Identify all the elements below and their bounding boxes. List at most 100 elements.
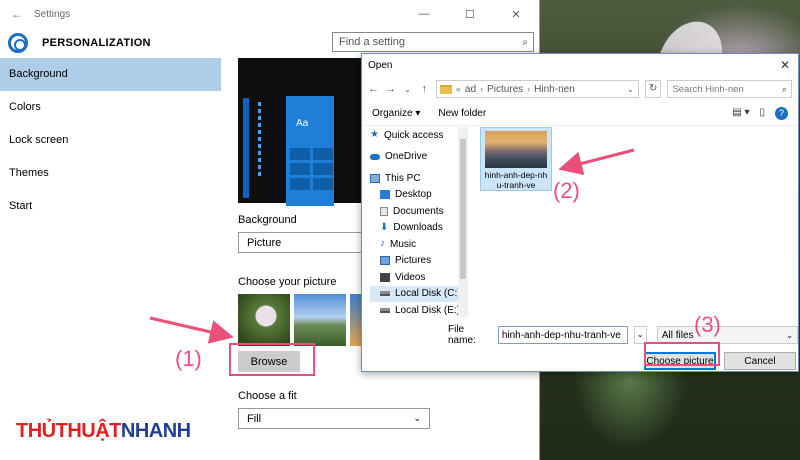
- sidebar: Background Colors Lock screen Themes Sta…: [0, 58, 221, 460]
- highlight-box-browse: [229, 343, 315, 376]
- address-bar[interactable]: « ad › Pictures › Hinh-nen ⌄: [435, 80, 639, 98]
- preview-start-bar: [243, 98, 249, 198]
- breadcrumb-hinh-nen[interactable]: Hinh-nen: [534, 84, 575, 95]
- watermark-part1: THỦTHUẬT: [16, 420, 121, 442]
- file-name-input[interactable]: hinh-anh-dep-nhu-tranh-ve: [497, 326, 628, 344]
- file-item[interactable]: hinh-anh-dep-nh u-tranh-ve: [480, 127, 552, 191]
- step-label-1: (1): [175, 346, 202, 371]
- breadcrumb-pictures[interactable]: Pictures: [487, 84, 523, 95]
- cancel-button[interactable]: Cancel: [724, 352, 796, 370]
- scrollbar-thumb[interactable]: [460, 139, 466, 279]
- breadcrumb-ad[interactable]: ad: [465, 84, 476, 95]
- nav-item-local-disk-c[interactable]: Local Disk (C:): [370, 285, 466, 302]
- file-list: hinh-anh-dep-nh u-tranh-ve: [472, 127, 796, 317]
- picture-thumbnail[interactable]: [294, 294, 346, 346]
- dialog-footer: File name: hinh-anh-dep-nhu-tranh-ve ⌄ A…: [362, 324, 798, 370]
- dialog-search-placeholder: Search Hinh-nen: [672, 83, 744, 95]
- watermark-part2: NHANH: [120, 420, 191, 442]
- dialog-buttons: Choose picture Cancel: [362, 352, 798, 370]
- nav-item-label: Desktop: [395, 189, 432, 201]
- video-icon: [380, 272, 390, 282]
- nav-item-label: Documents: [393, 205, 444, 217]
- nav-item-music[interactable]: ♪ Music: [370, 236, 466, 253]
- refresh-icon[interactable]: ↻: [644, 80, 662, 98]
- view-options-icon[interactable]: ▤ ▾: [732, 107, 749, 120]
- picture-thumbnail[interactable]: [238, 294, 290, 346]
- nav-item-this-pc[interactable]: This PC: [370, 170, 466, 187]
- nav-item-label: Local Disk (C:): [395, 288, 461, 300]
- open-dialog: Open ✕ ← → ⌄ ↑ « ad › Pictures › Hinh-ne…: [361, 53, 799, 372]
- nav-item-onedrive[interactable]: OneDrive: [370, 149, 466, 166]
- forward-arrow-icon[interactable]: →: [385, 83, 396, 95]
- file-name-line: hinh-anh-dep-nh: [484, 170, 548, 180]
- breadcrumb-separator: ›: [480, 84, 484, 94]
- fit-dropdown[interactable]: Fill ⌄: [238, 408, 430, 429]
- nav-item-label: This PC: [385, 172, 421, 184]
- cloud-icon: [370, 153, 380, 160]
- drive-icon: [380, 291, 390, 297]
- search-placeholder: Find a setting: [339, 36, 406, 48]
- music-icon: ♪: [380, 238, 385, 250]
- folder-icon: [439, 84, 452, 94]
- nav-scrollbar[interactable]: [458, 127, 468, 317]
- sidebar-item-background[interactable]: Background: [0, 58, 221, 91]
- nav-item-label: OneDrive: [385, 151, 428, 163]
- sidebar-item-start[interactable]: Start: [0, 190, 221, 223]
- highlight-box-choose-picture: [644, 342, 720, 366]
- file-thumbnail: [485, 131, 547, 168]
- nav-item-label: Downloads: [393, 222, 443, 234]
- dialog-title: Open: [368, 59, 393, 71]
- chevron-down-icon: ⌄: [786, 330, 793, 340]
- nav-item-label: Local Disk (E:): [395, 304, 461, 316]
- address-overflow[interactable]: «: [456, 84, 461, 94]
- nav-item-local-disk-e[interactable]: Local Disk (E:): [370, 302, 466, 319]
- up-arrow-icon[interactable]: ↑: [419, 83, 430, 95]
- download-icon: ⬇: [380, 221, 389, 233]
- dialog-toolbar: Organize ▾ New folder ▤ ▾ ▯ ?: [362, 102, 798, 126]
- nav-item-quick-access[interactable]: ★ Quick access: [370, 127, 466, 144]
- chevron-down-icon[interactable]: ⌄: [627, 85, 638, 94]
- file-name: hinh-anh-dep-nh u-tranh-ve: [485, 170, 547, 190]
- nav-item-label: Videos: [395, 271, 426, 283]
- nav-item-videos[interactable]: Videos: [370, 269, 466, 286]
- file-name-row: File name: hinh-anh-dep-nhu-tranh-ve ⌄ A…: [362, 324, 798, 346]
- sidebar-item-themes[interactable]: Themes: [0, 157, 221, 190]
- organize-button[interactable]: Organize ▾: [372, 108, 420, 119]
- choose-fit-label: Choose a fit: [238, 390, 297, 402]
- drive-icon: [380, 307, 390, 313]
- preview-tile-text: Aa: [296, 118, 309, 129]
- nav-item-documents[interactable]: Documents: [370, 203, 466, 220]
- computer-icon: [370, 173, 380, 183]
- background-preview: Aa: [238, 58, 368, 206]
- search-input[interactable]: Find a setting ⌕: [332, 32, 534, 52]
- maximize-button[interactable]: ☐: [447, 8, 493, 21]
- breadcrumb-separator: ›: [527, 84, 531, 94]
- window-title: Settings: [34, 8, 71, 20]
- nav-item-desktop[interactable]: Desktop: [370, 187, 466, 204]
- sidebar-item-lock-screen[interactable]: Lock screen: [0, 124, 221, 157]
- new-folder-button[interactable]: New folder: [438, 108, 486, 119]
- search-icon[interactable]: ⌕: [522, 37, 528, 48]
- recent-locations-icon[interactable]: ⌄: [402, 85, 413, 94]
- nav-item-label: Pictures: [395, 255, 432, 267]
- nav-item-pictures[interactable]: Pictures: [370, 253, 466, 270]
- preview-pane-icon[interactable]: ▯: [759, 107, 765, 120]
- back-arrow-icon[interactable]: ←: [368, 83, 379, 95]
- navigation-pane: ★ Quick access OneDrive This PC Desktop D…: [370, 127, 466, 317]
- file-name-line: u-tranh-ve: [496, 180, 536, 190]
- dialog-navbar: ← → ⌄ ↑ « ad › Pictures › Hinh-nen ⌄ ↻ S…: [362, 76, 798, 102]
- help-icon[interactable]: ?: [775, 107, 788, 120]
- step-label-3: (3): [694, 312, 721, 337]
- dialog-search-input[interactable]: Search Hinh-nen ⌕: [667, 80, 793, 98]
- desktop-icon: [380, 190, 390, 200]
- close-icon[interactable]: ✕: [780, 58, 790, 72]
- back-arrow-icon[interactable]: ←: [0, 7, 34, 21]
- chevron-down-icon: ⌄: [413, 413, 421, 423]
- minimize-button[interactable]: —: [401, 8, 447, 20]
- nav-item-downloads[interactable]: ⬇ Downloads: [370, 220, 466, 237]
- sidebar-item-colors[interactable]: Colors: [0, 91, 221, 124]
- file-type-value: All files: [661, 329, 694, 341]
- fit-value: Fill: [247, 412, 262, 425]
- search-icon: ⌕: [781, 83, 788, 94]
- close-button[interactable]: ✕: [493, 8, 539, 21]
